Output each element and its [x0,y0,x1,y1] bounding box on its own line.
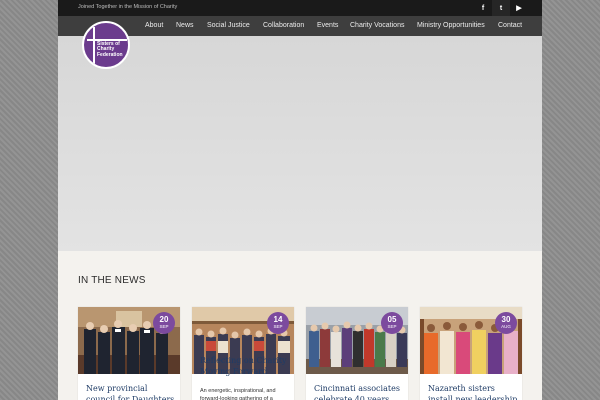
date-month: SEP [273,324,283,329]
news-card[interactable]: 05 SEP Cincinnati associates celebrate 4… [306,307,408,400]
news-card-title[interactable]: New provincial council for Daughters of [86,383,176,400]
nav-item-charity-vocations[interactable]: Charity Vocations [350,22,404,29]
news-photo[interactable]: 20 SEP [78,307,180,374]
date-badge: 14 SEP [267,312,289,334]
logo-cross-vertical [93,27,95,65]
hero-banner [58,36,542,251]
nav-item-ministry-opportunities[interactable]: Ministry Opportunities [417,22,485,29]
news-section: IN THE NEWS 20 SEP New provincial counci… [58,251,542,400]
main-nav: About News Social Justice Collaboration … [58,16,542,36]
date-day: 05 [387,315,397,324]
site-logo[interactable]: Sisters of Charity Federation [82,21,130,69]
date-day: 14 [273,315,283,324]
nav-item-news[interactable]: News [176,22,194,29]
news-card-title[interactable]: Cincinnati associates celebrate 40 years [314,383,404,400]
youtube-icon[interactable]: ▶ [510,0,528,16]
date-badge: 05 SEP [381,312,403,334]
twitter-icon[interactable]: t [492,0,510,16]
news-card[interactable]: 30 AUG Nazareth sisters install new lead… [420,307,522,400]
date-month: SEP [387,324,397,329]
site-tagline: Joined Together in the Mission of Charit… [78,4,178,10]
facebook-icon[interactable]: f [474,0,492,16]
news-card[interactable]: 14 SEP Reflecting on Charity Moving Forw… [192,307,294,400]
date-day: 30 [501,315,511,324]
date-badge: 20 SEP [153,312,175,334]
date-badge: 30 AUG [495,312,517,334]
site-container: Joined Together in the Mission of Charit… [58,0,542,400]
logo-text: Sisters of Charity Federation [97,41,123,58]
nav-item-social-justice[interactable]: Social Justice [207,22,250,29]
top-bar: Joined Together in the Mission of Charit… [58,0,542,16]
news-heading: IN THE NEWS [78,275,146,286]
nav-item-contact[interactable]: Contact [498,22,522,29]
nav-item-events[interactable]: Events [317,22,338,29]
news-card-excerpt: An energetic, inspirational, and forward… [200,388,276,400]
news-photo[interactable]: 30 AUG [420,307,522,374]
nav-item-collaboration[interactable]: Collaboration [263,22,304,29]
date-month: AUG [501,324,511,329]
nav-item-about[interactable]: About [145,22,163,29]
date-day: 20 [159,315,169,324]
news-card[interactable]: 20 SEP New provincial council for Daught… [78,307,180,400]
news-photo[interactable]: 05 SEP [306,307,408,374]
news-card-title[interactable]: Nazareth sisters install new leadership … [428,383,518,400]
date-month: SEP [159,324,169,329]
news-card-title[interactable]: Reflecting on Charity Moving Forward [200,355,290,377]
